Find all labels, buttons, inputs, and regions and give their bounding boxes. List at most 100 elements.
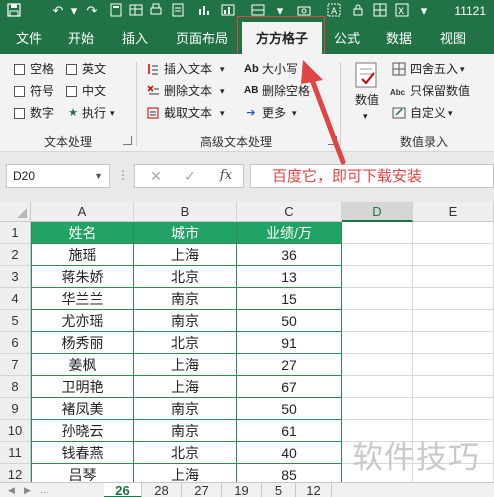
tab-file[interactable]: 文件 [16,31,42,47]
row-header[interactable]: 6 [0,332,31,354]
table-cell[interactable]: 27 [237,354,342,376]
redo-icon[interactable]: ↷ [84,3,100,19]
sheet-tab[interactable]: 26 [104,483,142,497]
table-cell[interactable]: 华兰兰 [31,288,134,310]
row-header[interactable]: 3 [0,266,31,288]
execute-button[interactable]: 执行 [82,105,106,121]
column-header-a[interactable]: A [31,202,134,222]
remove-space-dropdown-icon[interactable]: ▾ [314,83,319,99]
table-cell[interactable]: 褚凤美 [31,398,134,420]
table-cell[interactable]: 蒋朱娇 [31,266,134,288]
insert-text-dropdown-icon[interactable]: ▾ [220,61,225,77]
table-cell[interactable]: 85 [237,464,342,482]
cancel-icon[interactable]: ✕ [141,165,171,187]
row-header[interactable]: 5 [0,310,31,332]
empty-cell[interactable] [413,376,494,398]
custom-button[interactable]: 自定义 [410,105,446,121]
table-header-cell[interactable]: 姓名 [31,222,134,244]
excel-icon[interactable]: X [394,3,410,19]
tab-data[interactable]: 数据 [386,31,412,47]
table-cell[interactable]: 北京 [134,332,237,354]
table-cell[interactable]: 姜枫 [31,354,134,376]
empty-cell[interactable] [342,354,413,376]
column-header-b[interactable]: B [134,202,237,222]
table-cell[interactable]: 北京 [134,442,237,464]
extract-text-button[interactable]: 截取文本 [164,105,212,121]
remove-space-button[interactable]: 删除空格 [262,83,310,99]
execute-dropdown-icon[interactable]: ▾ [110,105,115,121]
table-cell[interactable]: 50 [237,310,342,332]
row-header[interactable]: 1 [0,222,31,244]
empty-cell[interactable] [413,398,494,420]
case-dropdown-icon[interactable]: ▾ [302,61,307,77]
round-button[interactable]: 四舍五入 [410,61,458,77]
empty-cell[interactable] [342,266,413,288]
group-launcher-advanced-icon[interactable] [328,136,337,145]
empty-cell[interactable] [342,332,413,354]
insert-text-button[interactable]: 插入文本 [164,61,212,77]
empty-cell[interactable] [413,288,494,310]
select-all-corner[interactable] [0,202,31,222]
table-cell[interactable]: 施瑶 [31,244,134,266]
calculator-icon[interactable] [108,3,124,19]
table-cell[interactable]: 孙晓云 [31,420,134,442]
column-header-e[interactable]: E [413,202,494,222]
numeric-dropdown-icon[interactable]: ▾ [363,108,368,124]
tab-fangfanggezi[interactable]: 方方格子 [242,22,322,54]
empty-cell[interactable] [413,332,494,354]
table-cell[interactable]: 南京 [134,310,237,332]
fx-icon[interactable]: fx [211,165,241,187]
dropdown-icon[interactable]: ▾ [272,3,288,19]
table-cell[interactable]: 40 [237,442,342,464]
table-icon[interactable] [128,3,144,19]
prev-sheet-icon[interactable]: ◀ [8,483,15,497]
customize-dropdown-icon[interactable]: ▾ [416,3,432,19]
column-header-c[interactable]: C [237,202,342,222]
document-icon[interactable] [170,3,186,19]
table-cell[interactable]: 91 [237,332,342,354]
table-header-cell[interactable]: 城市 [134,222,237,244]
table-cell[interactable]: 南京 [134,398,237,420]
table-cell[interactable]: 杨秀丽 [31,332,134,354]
tab-insert[interactable]: 插入 [122,31,148,47]
row-header[interactable]: 8 [0,376,31,398]
cell-icon[interactable] [250,3,266,19]
chart-icon[interactable] [196,3,212,19]
table-cell[interactable]: 15 [237,288,342,310]
empty-cell[interactable] [342,288,413,310]
formula-bar-grip-icon[interactable]: ⋮ [117,164,129,188]
checkbox-english[interactable] [66,64,77,75]
tab-formulas[interactable]: 公式 [334,31,360,47]
tab-view[interactable]: 视图 [440,31,466,47]
table-cell[interactable]: 上海 [134,244,237,266]
empty-cell[interactable] [342,398,413,420]
save-icon[interactable] [6,3,22,19]
sheet-tab[interactable]: 19 [222,483,262,497]
column-header-d[interactable]: D [342,202,413,222]
sheet-tab[interactable]: 28 [142,483,182,497]
empty-cell[interactable] [342,310,413,332]
print-icon[interactable] [148,3,164,19]
next-sheet-icon[interactable]: ▶ [24,483,31,497]
row-header[interactable]: 10 [0,420,31,442]
camera-icon[interactable] [296,3,312,19]
empty-cell[interactable] [413,222,494,244]
empty-cell[interactable] [342,222,413,244]
row-header[interactable]: 4 [0,288,31,310]
empty-cell[interactable] [342,244,413,266]
more-button[interactable]: 更多 [262,105,286,121]
empty-cell[interactable] [342,376,413,398]
table-cell[interactable]: 36 [237,244,342,266]
table-cell[interactable]: 61 [237,420,342,442]
table-cell[interactable]: 50 [237,398,342,420]
row-header[interactable]: 2 [0,244,31,266]
row-header[interactable]: 9 [0,398,31,420]
checkbox-chinese[interactable] [66,86,77,97]
table-cell[interactable]: 南京 [134,420,237,442]
sheet-more-icon[interactable]: … [40,483,49,497]
sheet-tab[interactable]: 5 [262,483,296,497]
grid-icon[interactable] [372,3,388,19]
checkbox-symbol[interactable] [14,86,25,97]
row-header[interactable]: 7 [0,354,31,376]
empty-cell[interactable] [413,244,494,266]
